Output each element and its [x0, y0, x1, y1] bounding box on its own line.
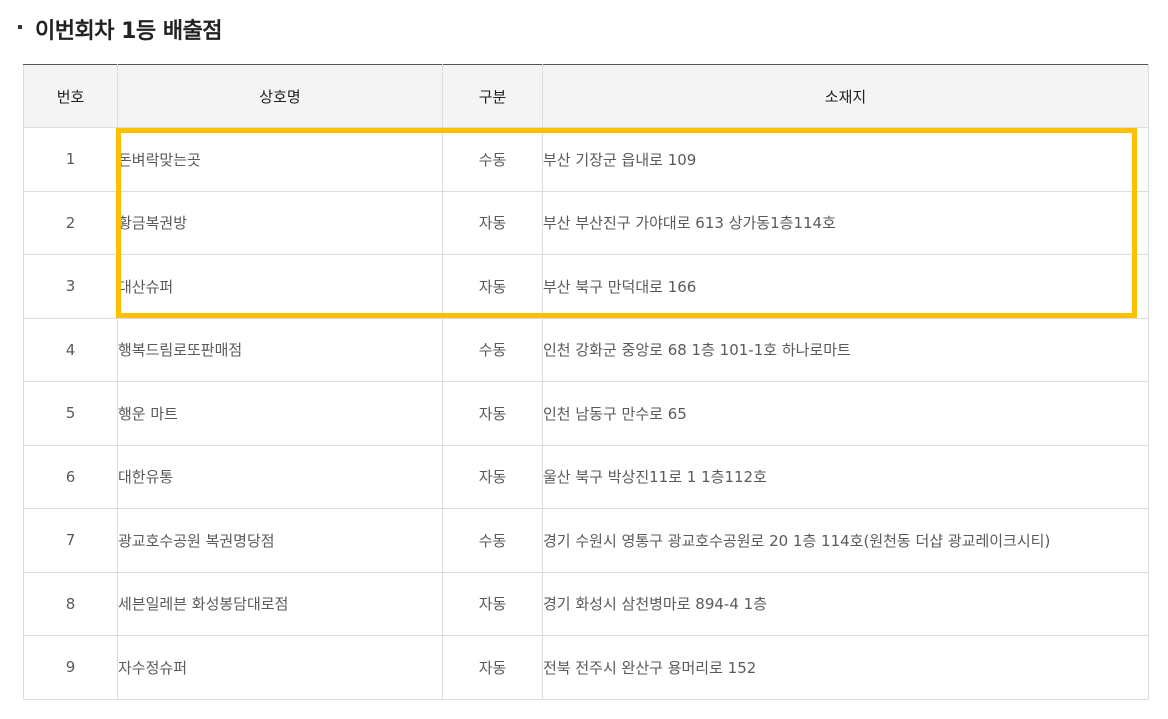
table-header: 번호 상호명 구분 소재지: [23, 64, 1149, 128]
header-row: 번호 상호명 구분 소재지: [23, 64, 1149, 128]
selection-kind: 자동: [442, 635, 543, 700]
header-address: 소재지: [542, 64, 1149, 128]
row-number: 4: [23, 317, 118, 382]
selection-kind: 자동: [442, 571, 543, 636]
store-name: 돈벼락맞는곳: [117, 127, 443, 192]
row-number: 5: [23, 381, 118, 446]
selection-kind: 자동: [442, 254, 543, 319]
table-row: 4 행복드림로또판매점 수동 인천 강화군 중앙로 68 1층 101-1호 하…: [23, 317, 1149, 382]
table-row: 2 황금복권방 자동 부산 부산진구 가야대로 613 상가동1층114호: [23, 190, 1149, 255]
store-address: 울산 북구 박상진11로 1 1층112호: [542, 444, 1149, 509]
row-number: 1: [23, 127, 118, 192]
table-row: 3 대산슈퍼 자동 부산 북구 만덕대로 166: [23, 254, 1149, 319]
row-number: 9: [23, 635, 118, 700]
row-number: 2: [23, 190, 118, 255]
store-address: 부산 부산진구 가야대로 613 상가동1층114호: [542, 190, 1149, 255]
selection-kind: 자동: [442, 444, 543, 509]
section-header: 이번회차 1등 배출점: [18, 12, 223, 46]
store-address: 부산 기장군 읍내로 109: [542, 127, 1149, 192]
store-name: 대한유통: [117, 444, 443, 509]
store-name: 황금복권방: [117, 190, 443, 255]
table-row: 6 대한유통 자동 울산 북구 박상진11로 1 1층112호: [23, 444, 1149, 509]
selection-kind: 수동: [442, 508, 543, 573]
selection-kind: 수동: [442, 317, 543, 382]
selection-kind: 수동: [442, 127, 543, 192]
table-row: 1 돈벼락맞는곳 수동 부산 기장군 읍내로 109: [23, 127, 1149, 192]
selection-kind: 자동: [442, 190, 543, 255]
winning-stores-table: 번호 상호명 구분 소재지 1 돈벼락맞는곳 수동 부산 기장군 읍내로 109…: [23, 64, 1149, 700]
row-number: 3: [23, 254, 118, 319]
store-address: 인천 강화군 중앙로 68 1층 101-1호 하나로마트: [542, 317, 1149, 382]
table-row: 5 행운 마트 자동 인천 남동구 만수로 65: [23, 381, 1149, 446]
header-kind: 구분: [442, 64, 543, 128]
table-body: 1 돈벼락맞는곳 수동 부산 기장군 읍내로 109 2 황금복권방 자동 부산…: [23, 127, 1149, 700]
store-address: 인천 남동구 만수로 65: [542, 381, 1149, 446]
store-name: 광교호수공원 복권명당점: [117, 508, 443, 573]
store-address: 경기 수원시 영통구 광교호수공원로 20 1층 114호(원천동 더샵 광교레…: [542, 508, 1149, 573]
section-title: 이번회차 1등 배출점: [35, 19, 223, 44]
header-no: 번호: [23, 64, 118, 128]
store-address: 경기 화성시 삼천병마로 894-4 1층: [542, 571, 1149, 636]
store-name: 행복드림로또판매점: [117, 317, 443, 382]
table-row: 9 자수정슈퍼 자동 전북 전주시 완산구 용머리로 152: [23, 635, 1149, 700]
store-name: 행운 마트: [117, 381, 443, 446]
table-row: 7 광교호수공원 복권명당점 수동 경기 수원시 영통구 광교호수공원로 20 …: [23, 508, 1149, 573]
store-name: 대산슈퍼: [117, 254, 443, 319]
bullet-icon: [18, 25, 22, 29]
row-number: 6: [23, 444, 118, 509]
table-row: 8 세븐일레븐 화성봉담대로점 자동 경기 화성시 삼천병마로 894-4 1층: [23, 571, 1149, 636]
store-name: 세븐일레븐 화성봉담대로점: [117, 571, 443, 636]
selection-kind: 자동: [442, 381, 543, 446]
store-address: 전북 전주시 완산구 용머리로 152: [542, 635, 1149, 700]
row-number: 7: [23, 508, 118, 573]
store-name: 자수정슈퍼: [117, 635, 443, 700]
store-address: 부산 북구 만덕대로 166: [542, 254, 1149, 319]
header-store-name: 상호명: [117, 64, 443, 128]
row-number: 8: [23, 571, 118, 636]
